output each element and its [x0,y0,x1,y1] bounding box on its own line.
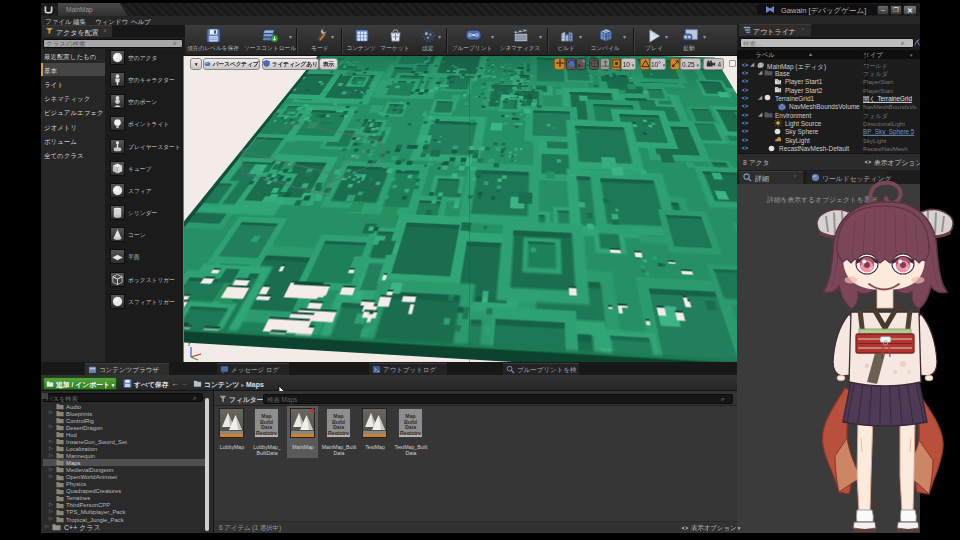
svg-text:z: z [188,341,191,347]
